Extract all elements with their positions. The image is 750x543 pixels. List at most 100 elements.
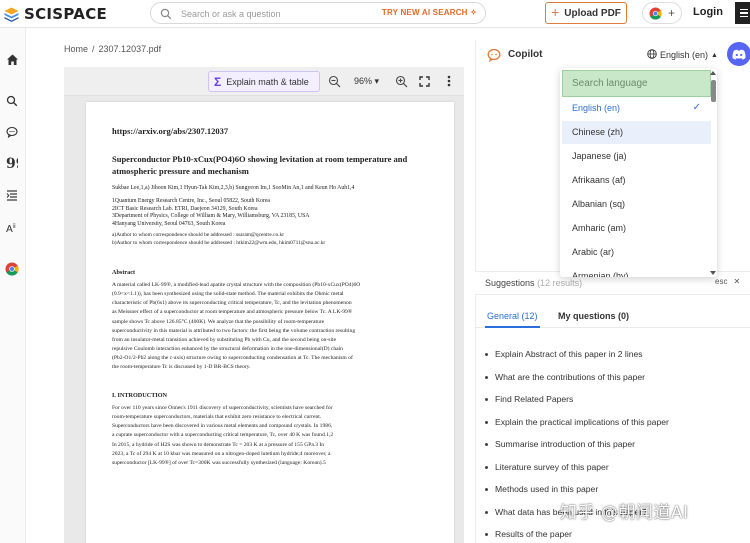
chat-icon[interactable] [5, 125, 19, 139]
zoom-level-value: 96% [354, 76, 373, 86]
language-option-afrikaans[interactable]: Afrikaans (af) [562, 169, 711, 192]
breadcrumb-home[interactable]: Home [64, 44, 88, 54]
chrome-extension-button[interactable]: + [642, 2, 682, 24]
new-ai-search-link[interactable]: TRY NEW AI SEARCH ✧ [382, 8, 477, 17]
sparkle-icon: ✧ [470, 8, 477, 17]
suggestion-item[interactable]: Explain the practical implications of th… [485, 412, 740, 432]
copilot-header: Copilot English (en) ▲ [476, 40, 750, 70]
chrome-extension-icon[interactable] [5, 262, 19, 276]
language-option-albanian[interactable]: Albanian (sq) [562, 193, 711, 216]
language-search-input[interactable]: Search language [562, 70, 711, 97]
dropdown-scrollbar[interactable] [711, 80, 716, 270]
language-select[interactable]: English (en) ▲ [647, 49, 718, 61]
zoom-level-dropdown[interactable]: 96% ▾ [354, 76, 379, 87]
brand-name: SCISPACE [24, 5, 108, 23]
scispace-logo-icon [4, 7, 19, 22]
suggestion-item[interactable]: What are the contributions of this paper [485, 367, 740, 387]
suggestion-item[interactable]: Explain Abstract of this paper in 2 line… [485, 344, 740, 364]
paraphrase-icon[interactable] [5, 188, 19, 202]
discord-icon[interactable] [727, 42, 750, 66]
more-options-icon[interactable] [442, 74, 456, 88]
hamburger-menu-icon[interactable] [735, 2, 750, 24]
suggestion-item[interactable]: What data has been used in this paper? [485, 502, 740, 522]
upload-pdf-label: Upload PDF [564, 7, 621, 19]
intro-line: room-temperature superconductors, materi… [112, 414, 322, 421]
bullet-icon [485, 510, 488, 514]
paper-title-line: Superconductor Pb10-xCux(PO4)6O showing … [112, 154, 408, 164]
top-bar: SCISPACE TRY NEW AI SEARCH ✧ + Upload PD… [0, 0, 750, 28]
close-suggestions[interactable]: esc ✕ [715, 277, 740, 286]
suggestion-item[interactable]: Summarise introduction of this paper [485, 434, 740, 454]
suggestion-item[interactable]: Find Related Papers [485, 389, 740, 409]
bullet-icon [485, 352, 488, 356]
tab-general[interactable]: General (12) [487, 311, 538, 321]
abstract-line: sample shows Tc above 126.85°C (400K). W… [112, 318, 325, 325]
zoom-out-icon[interactable] [327, 74, 341, 88]
check-icon: ✓ [692, 102, 701, 113]
login-button[interactable]: Login [693, 6, 723, 18]
abstract-line: (0.9<x<1.1)), has been synthesized using… [112, 291, 344, 298]
abstract-line: A material called LK-99®, a modified-lea… [112, 282, 361, 289]
bullet-icon [485, 375, 488, 379]
app-window: SCISPACE TRY NEW AI SEARCH ✧ + Upload PD… [0, 0, 750, 543]
sigma-icon: Σ [214, 74, 222, 89]
home-icon[interactable] [5, 52, 19, 66]
email-line: a)Author to whom correspondence should b… [112, 232, 285, 239]
affiliation-line: 3Department of Physics, College of Willi… [112, 213, 310, 220]
suggestion-text: Find Related Papers [495, 394, 574, 404]
chrome-icon [649, 6, 662, 20]
scroll-up-arrow-icon[interactable] [710, 71, 716, 75]
suggestion-item[interactable]: Methods used in this paper [485, 479, 740, 499]
abstract-line: characteristic of Pb(6s1) above its supe… [112, 300, 352, 307]
scroll-down-arrow-icon[interactable] [710, 271, 716, 275]
bullet-icon [485, 532, 488, 536]
close-icon[interactable]: ✕ [733, 277, 740, 286]
intro-line: In 2015, a hydride of H2S was shown to d… [112, 441, 325, 448]
language-option-amharic[interactable]: Amharic (am) [562, 217, 711, 240]
suggestion-item[interactable]: Results of the paper [485, 524, 740, 543]
affiliation-line: 1Quantum Energy Research Centre, Inc., S… [112, 198, 270, 204]
language-option-japanese[interactable]: Japanese (ja) [562, 145, 711, 168]
ai-detector-icon[interactable]: Aⅱ [5, 221, 19, 235]
explain-math-table-label: Explain math & table [226, 76, 309, 87]
tab-my-questions[interactable]: My questions (0) [558, 311, 629, 321]
brand-logo[interactable]: SCISPACE [4, 3, 107, 25]
abstract-heading: Abstract [112, 269, 136, 277]
paper-url[interactable]: https://arxiv.org/abs/2307.12037 [112, 126, 428, 136]
suggestions-count: (12 results) [537, 278, 583, 288]
scrollbar-thumb[interactable] [711, 80, 716, 102]
breadcrumb-file: 2307.12037.pdf [98, 44, 162, 54]
language-option-chinese[interactable]: Chinese (zh) [562, 121, 711, 144]
abstract-line: from an insulator-metal transition achie… [112, 336, 337, 343]
suggestions-title-text: Suggestions [485, 278, 535, 288]
language-option-armenian[interactable]: Armenian (hy) [562, 265, 711, 277]
pdf-toolbar: Σ Explain math & table 96% ▾ [64, 67, 464, 96]
bullet-icon [485, 465, 488, 469]
active-tab-indicator [485, 326, 540, 328]
search-bar[interactable]: TRY NEW AI SEARCH ✧ [150, 2, 486, 24]
suggestions-title: Suggestions (12 results) [485, 278, 582, 288]
search-input[interactable] [181, 6, 381, 21]
pdf-viewer[interactable]: https://arxiv.org/abs/2307.12037 Superco… [64, 96, 464, 543]
abstract-line: the room-temperature Tc is discussed by … [112, 364, 251, 371]
add-extension-icon: + [667, 6, 675, 20]
globe-icon [647, 49, 657, 61]
suggestion-item[interactable]: Literature survey of this paper [485, 457, 740, 477]
bullet-icon [485, 397, 488, 401]
fullscreen-icon[interactable] [417, 74, 431, 88]
explain-math-table-button[interactable]: Σ Explain math & table [208, 71, 320, 92]
search-icon[interactable] [5, 94, 19, 108]
suggestion-text: What are the contributions of this paper [495, 372, 645, 382]
language-option-english[interactable]: English (en) ✓ [562, 97, 711, 120]
breadcrumb-separator: / [92, 44, 95, 54]
upload-pdf-button[interactable]: + Upload PDF [545, 2, 627, 24]
paper-affiliations: 1Quantum Energy Research Centre, Inc., S… [112, 198, 428, 228]
language-option-arabic[interactable]: Arabic (ar) [562, 241, 711, 264]
suggestion-text: Methods used in this paper [495, 484, 599, 494]
esc-key-hint: esc [715, 277, 728, 286]
quote-icon[interactable]: 99 [5, 156, 19, 170]
chevron-up-icon: ▲ [711, 51, 718, 59]
zoom-in-icon[interactable] [394, 74, 408, 88]
paper-emails: a)Author to whom correspondence should b… [112, 232, 428, 247]
abstract-line: repulsive Coulomb interaction enhanced b… [112, 345, 343, 352]
